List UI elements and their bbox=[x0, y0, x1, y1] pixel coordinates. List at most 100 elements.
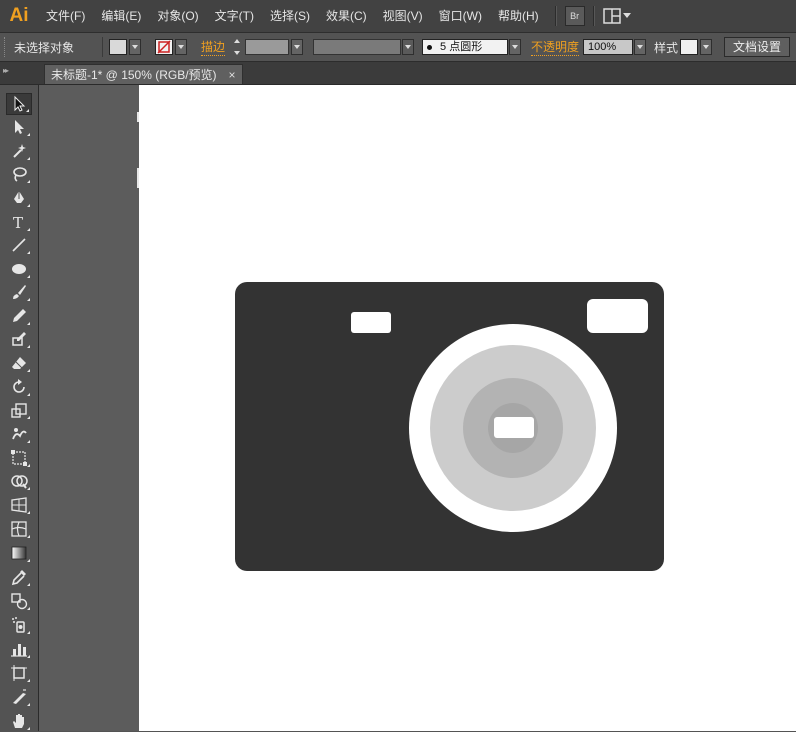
brush-definition-field[interactable]: 5 点圆形 bbox=[422, 39, 509, 55]
mesh-tool-button[interactable] bbox=[6, 518, 32, 540]
tool-flyout-indicator bbox=[27, 464, 30, 467]
column-graph-tool-button[interactable] bbox=[6, 638, 32, 660]
tool-flyout-indicator bbox=[27, 298, 30, 301]
arrange-documents-button[interactable] bbox=[602, 8, 631, 24]
document-tab-bar: ▸▸ 未标题-1* @ 150% (RGB/预览) × bbox=[0, 62, 796, 85]
chevron-down-icon bbox=[622, 13, 631, 18]
stroke-dropdown[interactable] bbox=[175, 39, 187, 55]
direct-selection-tool-icon bbox=[15, 120, 24, 134]
tool-flyout-indicator bbox=[27, 607, 30, 610]
warp-tool-button[interactable] bbox=[6, 423, 32, 445]
menu-window[interactable]: 窗口(W) bbox=[431, 0, 490, 32]
opacity-dropdown[interactable] bbox=[634, 39, 647, 55]
eraser-tool-button[interactable] bbox=[6, 352, 32, 374]
brush-definition-dropdown[interactable] bbox=[509, 39, 522, 55]
blend-tool-button[interactable] bbox=[6, 590, 32, 612]
slice-tool-button[interactable] bbox=[6, 686, 32, 708]
direct-selection-tool-button[interactable] bbox=[6, 116, 32, 138]
variable-width-dropdown[interactable] bbox=[402, 39, 415, 55]
tool-flyout-indicator bbox=[27, 322, 30, 325]
camera-viewfinder-window[interactable] bbox=[351, 312, 391, 333]
stroke-weight-stepper[interactable] bbox=[231, 39, 243, 55]
workspace-layout-icon bbox=[602, 8, 621, 24]
close-icon[interactable]: × bbox=[229, 68, 236, 82]
eraser-tool-icon bbox=[12, 357, 26, 369]
camera-icon[interactable] bbox=[139, 85, 796, 731]
menu-select[interactable]: 选择(S) bbox=[262, 0, 318, 32]
bridge-button[interactable]: Br bbox=[564, 6, 585, 26]
menu-effect[interactable]: 效果(C) bbox=[318, 0, 375, 32]
menu-view[interactable]: 视图(V) bbox=[375, 0, 431, 32]
tool-flyout-indicator bbox=[27, 416, 30, 419]
free-transform-tool-button[interactable] bbox=[6, 447, 32, 469]
gradient-tool-button[interactable] bbox=[6, 542, 32, 564]
fill-swatch[interactable] bbox=[109, 39, 127, 55]
menu-file[interactable]: 文件(F) bbox=[38, 0, 93, 32]
menu-object[interactable]: 对象(O) bbox=[149, 0, 206, 32]
ellipse-tool-button[interactable] bbox=[6, 258, 32, 280]
menu-help[interactable]: 帮助(H) bbox=[490, 0, 547, 32]
slice-tool-icon bbox=[13, 689, 26, 704]
menu-type[interactable]: 文字(T) bbox=[207, 0, 262, 32]
tool-flyout-indicator bbox=[27, 631, 30, 634]
pen-tool-button[interactable] bbox=[6, 187, 32, 209]
control-bar-grip[interactable] bbox=[4, 37, 10, 57]
lasso-tool-button[interactable] bbox=[6, 163, 32, 185]
perspective-grid-tool-button[interactable] bbox=[6, 494, 32, 516]
document-tab[interactable]: 未标题-1* @ 150% (RGB/预览) × bbox=[44, 64, 243, 84]
lens-highlight[interactable] bbox=[494, 417, 534, 438]
paintbrush-tool-icon bbox=[13, 285, 26, 299]
brush-definition-value: 5 点圆形 bbox=[440, 41, 483, 53]
shape-builder-tool-icon bbox=[11, 475, 28, 489]
rotate-tool-button[interactable] bbox=[6, 376, 32, 398]
selection-tool-button[interactable] bbox=[6, 93, 32, 115]
eyedropper-tool-button[interactable] bbox=[6, 566, 32, 588]
magic-wand-tool-button[interactable] bbox=[6, 140, 32, 162]
artboard-tool-button[interactable] bbox=[6, 662, 32, 684]
shape-builder-tool-button[interactable] bbox=[6, 470, 32, 492]
divider bbox=[102, 37, 103, 57]
stroke-label[interactable]: 描边 bbox=[201, 38, 226, 56]
stroke-weight-field[interactable] bbox=[245, 39, 290, 55]
tool-flyout-indicator bbox=[27, 157, 30, 160]
menu-edit[interactable]: 编辑(E) bbox=[93, 0, 149, 32]
column-graph-tool-icon bbox=[11, 644, 27, 657]
stroke-weight-dropdown[interactable] bbox=[291, 39, 304, 55]
pasteboard[interactable] bbox=[39, 85, 139, 731]
tool-flyout-indicator bbox=[27, 204, 30, 207]
scale-tool-icon bbox=[11, 403, 27, 418]
graphic-style-dropdown[interactable] bbox=[700, 39, 713, 55]
graphic-style-swatch[interactable] bbox=[680, 39, 699, 55]
paintbrush-tool-button[interactable] bbox=[6, 281, 32, 303]
opacity-field[interactable]: 100% bbox=[583, 39, 634, 55]
hand-tool-button[interactable] bbox=[6, 710, 32, 732]
fill-dropdown[interactable] bbox=[129, 39, 141, 55]
tool-flyout-indicator bbox=[27, 511, 30, 514]
symbol-sprayer-tool-button[interactable] bbox=[6, 614, 32, 636]
scale-tool-button[interactable] bbox=[6, 399, 32, 421]
collapse-toolbox-icon[interactable]: ▸▸ bbox=[3, 66, 9, 75]
tool-flyout-indicator bbox=[27, 180, 30, 183]
pencil-tool-icon bbox=[13, 309, 26, 322]
stroke-swatch[interactable] bbox=[155, 39, 173, 55]
tool-flyout-indicator bbox=[27, 727, 30, 730]
blend-tool-icon bbox=[11, 593, 28, 610]
pen-tool-icon bbox=[14, 191, 24, 203]
line-tool-button[interactable] bbox=[6, 234, 32, 256]
variable-width-profile[interactable] bbox=[313, 39, 402, 55]
type-tool-button[interactable]: T bbox=[6, 211, 32, 233]
eyedropper-tool-icon bbox=[11, 570, 26, 586]
ellipse-tool-icon bbox=[12, 264, 26, 274]
menu-bar: Ai 文件(F) 编辑(E) 对象(O) 文字(T) 选择(S) 效果(C) 视… bbox=[0, 0, 796, 33]
warp-tool-icon bbox=[12, 428, 27, 440]
artboard[interactable] bbox=[139, 85, 796, 731]
camera-flash-window[interactable] bbox=[587, 299, 648, 333]
opacity-label[interactable]: 不透明度 bbox=[531, 38, 580, 56]
tool-flyout-indicator bbox=[27, 440, 30, 443]
pencil-tool-button[interactable] bbox=[6, 305, 32, 327]
tool-flyout-indicator bbox=[27, 559, 30, 562]
document-setup-button[interactable]: 文档设置 bbox=[724, 37, 791, 57]
style-label: 样式 bbox=[654, 40, 679, 55]
blob-brush-tool-button[interactable] bbox=[6, 328, 32, 350]
tool-flyout-indicator bbox=[27, 393, 30, 396]
